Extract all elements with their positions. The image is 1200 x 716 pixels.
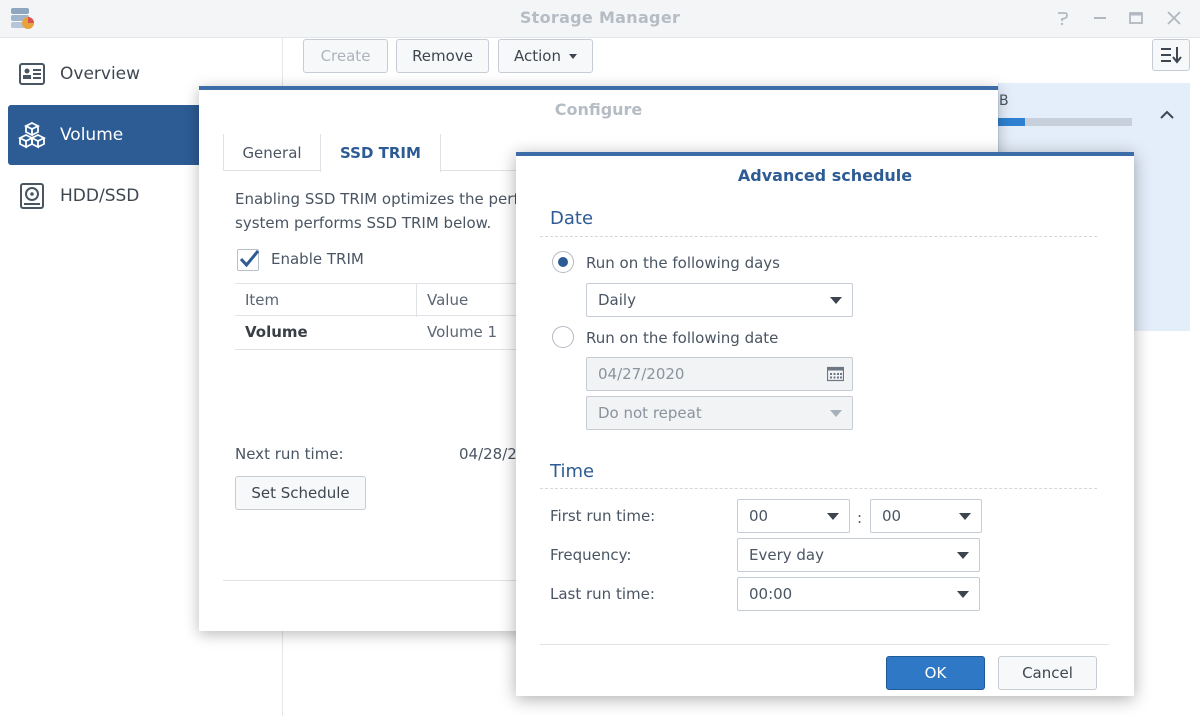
run-on-days-radio[interactable] bbox=[552, 251, 574, 273]
enable-trim-label: Enable TRIM bbox=[271, 250, 364, 268]
time-colon: : bbox=[857, 509, 863, 527]
first-run-hour-select[interactable]: 00 bbox=[737, 499, 850, 533]
set-schedule-button[interactable]: Set Schedule bbox=[235, 476, 366, 510]
ok-button[interactable]: OK bbox=[886, 656, 985, 690]
action-button[interactable]: Action bbox=[498, 39, 593, 73]
minimize-icon[interactable] bbox=[1090, 8, 1110, 28]
sidebar-item-label: Overview bbox=[60, 64, 141, 84]
tab-ssd-trim[interactable]: SSD TRIM bbox=[320, 134, 441, 172]
days-select-value: Daily bbox=[598, 291, 636, 309]
last-run-label: Last run time: bbox=[550, 585, 655, 603]
close-icon[interactable] bbox=[1164, 8, 1184, 28]
column-header-item[interactable]: Item bbox=[245, 284, 279, 317]
last-run-select-value: 00:00 bbox=[749, 585, 793, 603]
frequency-select-value: Every day bbox=[749, 546, 824, 564]
trim-description: Enabling SSD TRIM optimizes the perfo sy… bbox=[235, 187, 525, 235]
configure-dialog-title: Configure bbox=[554, 100, 643, 119]
create-button[interactable]: Create bbox=[303, 39, 388, 73]
dropdown-arrow-icon bbox=[957, 552, 969, 559]
time-section-title: Time bbox=[550, 461, 595, 482]
dialog-divider bbox=[540, 644, 1109, 645]
days-select[interactable]: Daily bbox=[586, 283, 853, 317]
last-run-select[interactable]: 00:00 bbox=[737, 577, 980, 611]
trim-table: Item Value Volume Volume 1 bbox=[235, 283, 525, 350]
next-run-label: Next run time: bbox=[235, 445, 344, 463]
action-button-label: Action bbox=[514, 47, 561, 65]
volume-size-text: B bbox=[999, 93, 1009, 109]
dialog-divider bbox=[223, 580, 523, 581]
next-run-value: 04/28/2 bbox=[459, 445, 516, 463]
date-field-value: 04/27/2020 bbox=[598, 365, 685, 383]
volume-usage-bar bbox=[998, 118, 1132, 126]
repeat-select[interactable]: Do not repeat bbox=[586, 396, 853, 430]
remove-button[interactable]: Remove bbox=[396, 39, 489, 73]
frequency-select[interactable]: Every day bbox=[737, 538, 980, 572]
column-divider bbox=[416, 284, 417, 317]
advanced-schedule-title: Advanced schedule bbox=[737, 166, 913, 185]
dropdown-arrow-icon bbox=[959, 513, 971, 520]
calendar-icon[interactable] bbox=[827, 366, 844, 382]
run-on-days-label: Run on the following days bbox=[586, 254, 780, 272]
cancel-button[interactable]: Cancel bbox=[998, 656, 1097, 690]
maximize-icon[interactable] bbox=[1126, 8, 1146, 28]
row-value: Volume 1 bbox=[427, 323, 498, 341]
section-divider bbox=[540, 236, 1097, 237]
dropdown-arrow-icon bbox=[830, 297, 842, 304]
trim-description-line1: Enabling SSD TRIM optimizes the perfo bbox=[235, 190, 525, 208]
row-item: Volume bbox=[245, 323, 308, 341]
table-header: Item Value bbox=[235, 283, 525, 317]
volume-usage-fill bbox=[998, 118, 1025, 126]
date-section-title: Date bbox=[550, 208, 594, 229]
first-run-hour-value: 00 bbox=[749, 507, 769, 525]
section-divider bbox=[540, 488, 1097, 489]
sort-icon bbox=[1161, 47, 1182, 64]
window-title: Storage Manager bbox=[519, 8, 681, 27]
first-run-label: First run time: bbox=[550, 507, 656, 525]
table-row[interactable]: Volume Volume 1 bbox=[235, 316, 525, 350]
overview-icon bbox=[18, 60, 46, 88]
tab-general[interactable]: General bbox=[223, 134, 320, 171]
sort-button[interactable] bbox=[1152, 39, 1190, 71]
run-on-date-radio[interactable] bbox=[552, 326, 574, 348]
volume-icon bbox=[18, 121, 46, 149]
hdd-icon bbox=[18, 182, 46, 210]
dropdown-arrow-icon bbox=[957, 591, 969, 598]
sidebar-item-label: HDD/SSD bbox=[60, 186, 140, 206]
date-field[interactable]: 04/27/2020 bbox=[586, 357, 853, 391]
trim-description-line2: system performs SSD TRIM below. bbox=[235, 214, 492, 232]
first-run-minute-value: 00 bbox=[882, 507, 902, 525]
title-bar: Storage Manager bbox=[0, 0, 1200, 38]
first-run-minute-select[interactable]: 00 bbox=[870, 499, 982, 533]
dropdown-arrow-icon bbox=[827, 513, 839, 520]
caret-down-icon bbox=[568, 53, 577, 59]
repeat-select-value: Do not repeat bbox=[598, 404, 702, 422]
frequency-label: Frequency: bbox=[550, 546, 632, 564]
run-on-date-label: Run on the following date bbox=[586, 329, 779, 347]
dropdown-arrow-icon bbox=[830, 410, 842, 417]
advanced-schedule-dialog: Advanced schedule Date Run on the follow… bbox=[516, 152, 1134, 696]
sidebar-item-label: Volume bbox=[60, 125, 124, 145]
enable-trim-checkbox[interactable] bbox=[237, 249, 260, 271]
help-icon[interactable] bbox=[1052, 8, 1072, 28]
chevron-up-icon[interactable] bbox=[1157, 105, 1177, 125]
checkmark-icon bbox=[239, 250, 260, 268]
column-header-value[interactable]: Value bbox=[427, 284, 468, 317]
